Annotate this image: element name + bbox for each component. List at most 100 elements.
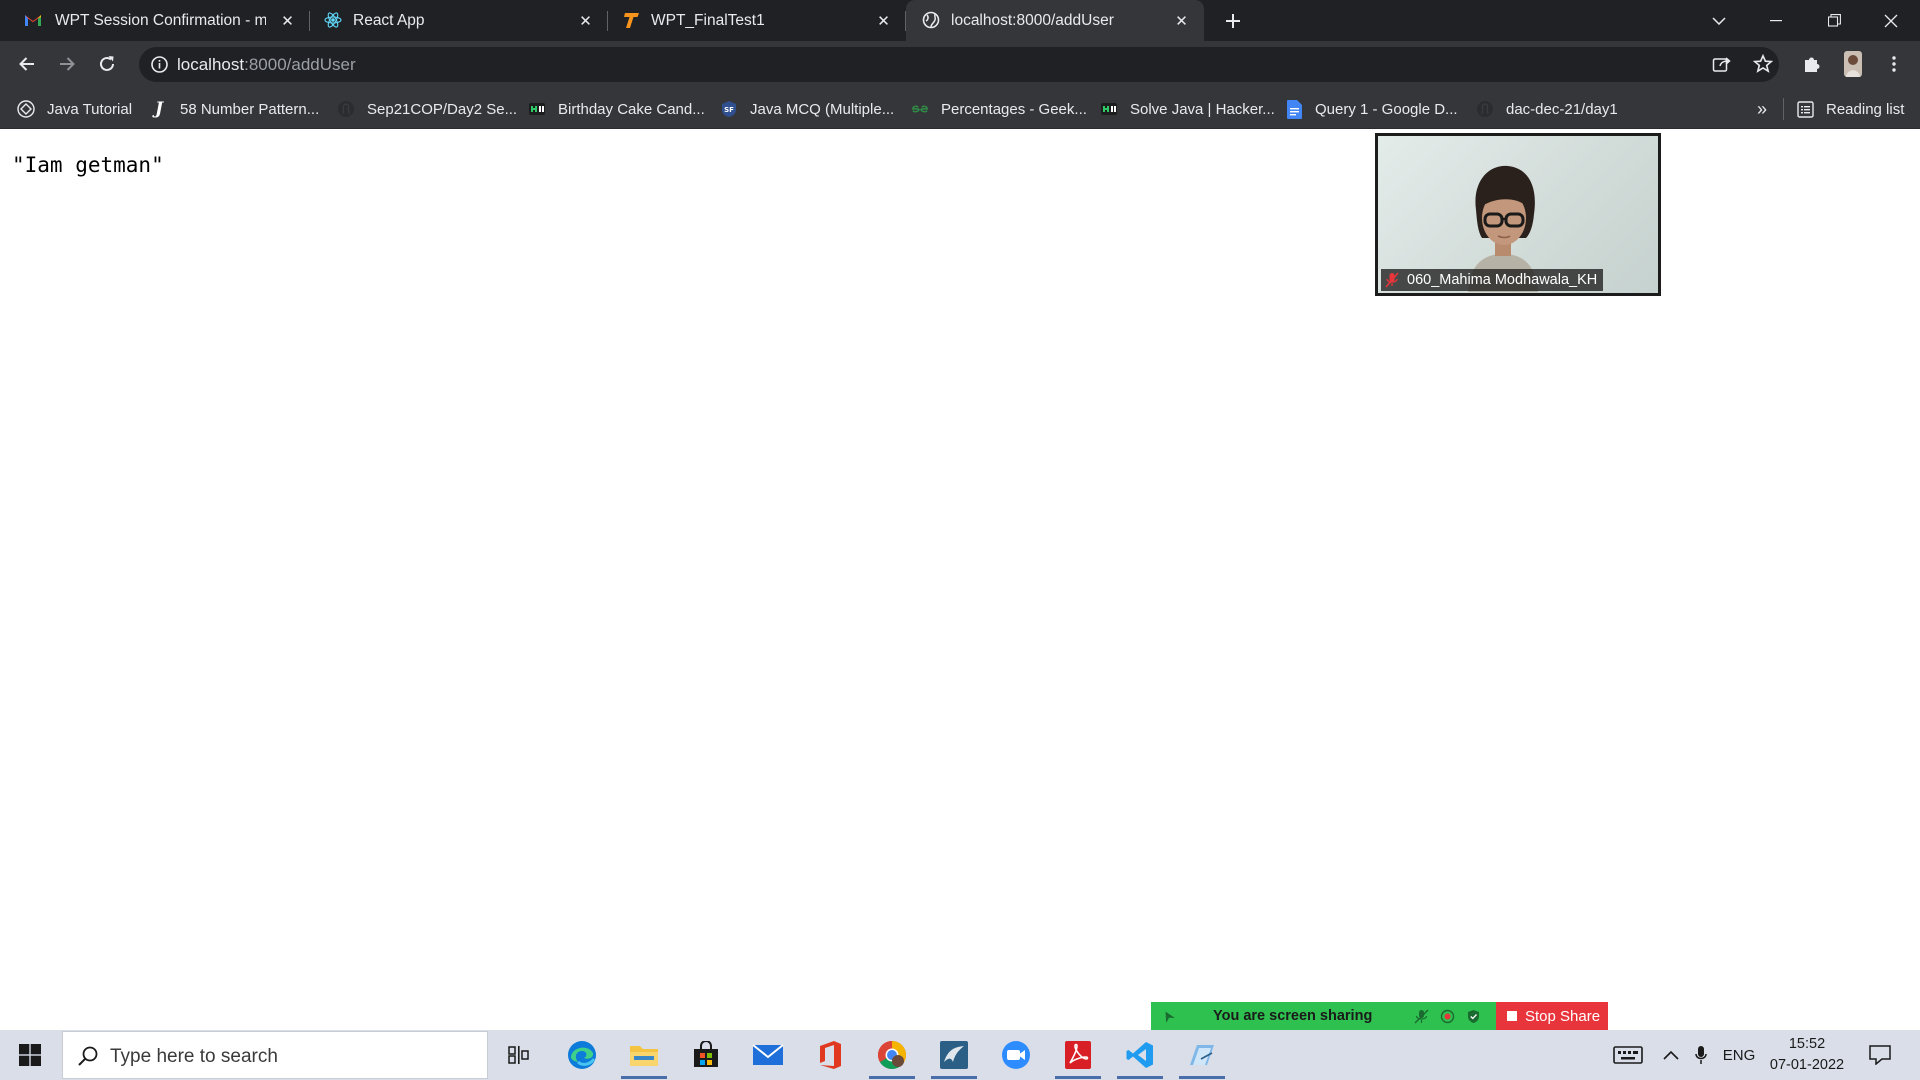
extensions-icon[interactable] (1798, 50, 1826, 78)
taskbar-store[interactable] (677, 1030, 735, 1080)
tab-search-button[interactable] (1690, 0, 1748, 41)
tray-language-button[interactable]: ENG (1718, 1030, 1760, 1080)
response-text: "Iam getman" (12, 153, 164, 177)
bookmark-label: Java MCQ (Multiple... (750, 100, 895, 118)
bookmark-java-mcq[interactable]: SF Java MCQ (Multiple... (720, 98, 894, 120)
tab-title: localhost:8000/addUser (951, 12, 1114, 29)
taskbar-zoom[interactable] (987, 1030, 1045, 1080)
share-icon[interactable] (1708, 50, 1736, 78)
tray-keyboard-button[interactable] (1600, 1030, 1656, 1080)
new-tab-button[interactable] (1220, 8, 1246, 34)
bookmark-label: Solve Java | Hacker... (1130, 100, 1275, 118)
drag-handle-icon[interactable] (1161, 1009, 1175, 1023)
taskbar-vscode[interactable] (1111, 1030, 1169, 1080)
close-window-button[interactable] (1862, 0, 1920, 41)
tab-react-app[interactable]: React App ✕ (310, 0, 608, 41)
back-button[interactable] (13, 50, 41, 78)
office-icon (820, 1041, 841, 1069)
bookmark-query-google-docs[interactable]: Query 1 - Google D... (1285, 98, 1458, 120)
taskbar-snipping-tool[interactable] (1173, 1030, 1231, 1080)
bookmark-label: Sep21COP/Day2 Se... (367, 100, 518, 118)
taskbar-file-explorer[interactable] (615, 1030, 673, 1080)
bookmarks-divider (1783, 98, 1784, 120)
touch-keyboard-icon (1613, 1046, 1643, 1064)
close-tab-icon[interactable]: ✕ (1173, 12, 1190, 30)
site-info-icon[interactable] (150, 55, 169, 74)
tray-overflow-button[interactable] (1659, 1030, 1683, 1080)
security-shield-icon[interactable] (1466, 1009, 1481, 1024)
svg-text:SF: SF (724, 106, 734, 114)
testbook-icon (622, 11, 640, 29)
vscode-icon (1126, 1042, 1153, 1068)
restore-button[interactable] (1805, 0, 1863, 41)
taskbar-mail[interactable] (739, 1030, 797, 1080)
bookmark-dac-dec-21[interactable]: dac-dec-21/day1 (1476, 98, 1618, 120)
task-view-icon (508, 1046, 529, 1064)
address-bar[interactable]: localhost:8000/addUser (139, 47, 1779, 82)
reload-button[interactable] (93, 50, 121, 78)
tab-gmail[interactable]: WPT Session Confirmation - mahima ✕ (0, 0, 310, 41)
url-host: localhost (177, 55, 245, 74)
browser-menu-icon[interactable] (1880, 50, 1908, 78)
edge-icon (568, 1041, 596, 1069)
action-center-button[interactable] (1860, 1030, 1900, 1080)
search-icon (78, 1046, 98, 1066)
stop-share-label: Stop Share (1525, 1007, 1601, 1025)
microphone-icon (1695, 1046, 1707, 1064)
reading-list-button[interactable]: Reading list (1796, 98, 1904, 120)
bookmark-percentages[interactable]: Percentages - Geek... (911, 98, 1087, 120)
share-status-area[interactable]: You are screen sharing (1151, 1002, 1496, 1030)
bookmark-star-icon[interactable] (1749, 50, 1777, 78)
bookmarks-overflow-button[interactable]: » (1757, 98, 1767, 120)
profile-avatar[interactable] (1839, 50, 1867, 78)
taskbar-edge[interactable] (553, 1030, 611, 1080)
hackerrank-icon (528, 100, 546, 118)
tray-microphone-button[interactable] (1690, 1030, 1712, 1080)
bookmark-solve-java[interactable]: Solve Java | Hacker... (1100, 98, 1275, 120)
taskbar-search-box[interactable]: Type here to search (62, 1031, 488, 1079)
snipping-tool-icon (1190, 1045, 1214, 1065)
close-tab-icon[interactable]: ✕ (577, 12, 594, 30)
taskbar-mysql-workbench[interactable] (925, 1030, 983, 1080)
file-explorer-icon (630, 1046, 658, 1066)
record-icon[interactable] (1440, 1009, 1455, 1024)
bookmarks-overflow-label: » (1757, 98, 1768, 119)
close-tab-icon[interactable]: ✕ (875, 12, 892, 30)
bookmarks-bar: Java Tutorial J 58 Number Pattern... Sep… (0, 88, 1920, 129)
sanfoundry-icon: SF (720, 100, 738, 118)
bookmark-label: Java Tutorial (47, 100, 133, 118)
start-button[interactable] (0, 1030, 60, 1080)
tab-wpt-finaltest[interactable]: WPT_FinalTest1 ✕ (608, 0, 906, 41)
task-view-button[interactable] (490, 1030, 548, 1080)
minimize-button[interactable] (1747, 0, 1805, 41)
reading-list-label: Reading list (1826, 100, 1905, 118)
bookmark-sep21cop[interactable]: Sep21COP/Day2 Se... (337, 98, 517, 120)
bookmark-label: Percentages - Geek... (941, 100, 1087, 118)
tab-title: WPT_FinalTest1 (651, 12, 765, 29)
github-icon (1476, 100, 1494, 118)
stop-share-button[interactable]: Stop Share (1496, 1002, 1608, 1030)
clock-time: 15:52 (1788, 1036, 1826, 1052)
taskbar-office[interactable] (801, 1030, 859, 1080)
bookmark-label: Birthday Cake Cand... (558, 100, 705, 118)
bookmark-java-tutorial[interactable]: Java Tutorial (17, 98, 132, 120)
forward-button[interactable] (53, 50, 81, 78)
hackerrank-icon (1100, 100, 1118, 118)
taskbar-clock[interactable]: 15:52 07-01-2022 (1762, 1034, 1852, 1076)
j-letter-icon: J (154, 99, 164, 119)
mute-mic-icon[interactable] (1414, 1009, 1429, 1024)
bookmark-number-pattern[interactable]: J 58 Number Pattern... (150, 98, 319, 120)
store-icon (694, 1041, 718, 1067)
bookmark-birthday-cake[interactable]: Birthday Cake Cand... (528, 98, 705, 120)
taskbar-chrome[interactable] (863, 1030, 921, 1080)
javatpoint-icon (17, 100, 35, 118)
bookmark-label: Query 1 - Google D... (1315, 100, 1458, 118)
clock-date: 07-01-2022 (1769, 1057, 1845, 1073)
bookmark-label: 58 Number Pattern... (180, 100, 320, 118)
url-path: :8000/addUser (244, 55, 356, 74)
participant-video[interactable]: 060_Mahima Modhawala_KH (1375, 133, 1661, 296)
close-tab-icon[interactable]: ✕ (279, 12, 296, 30)
participant-name-label: 060_Mahima Modhawala_KH (1381, 269, 1604, 291)
tab-localhost-adduser[interactable]: localhost:8000/addUser ✕ (906, 0, 1204, 41)
taskbar-acrobat[interactable] (1049, 1030, 1107, 1080)
